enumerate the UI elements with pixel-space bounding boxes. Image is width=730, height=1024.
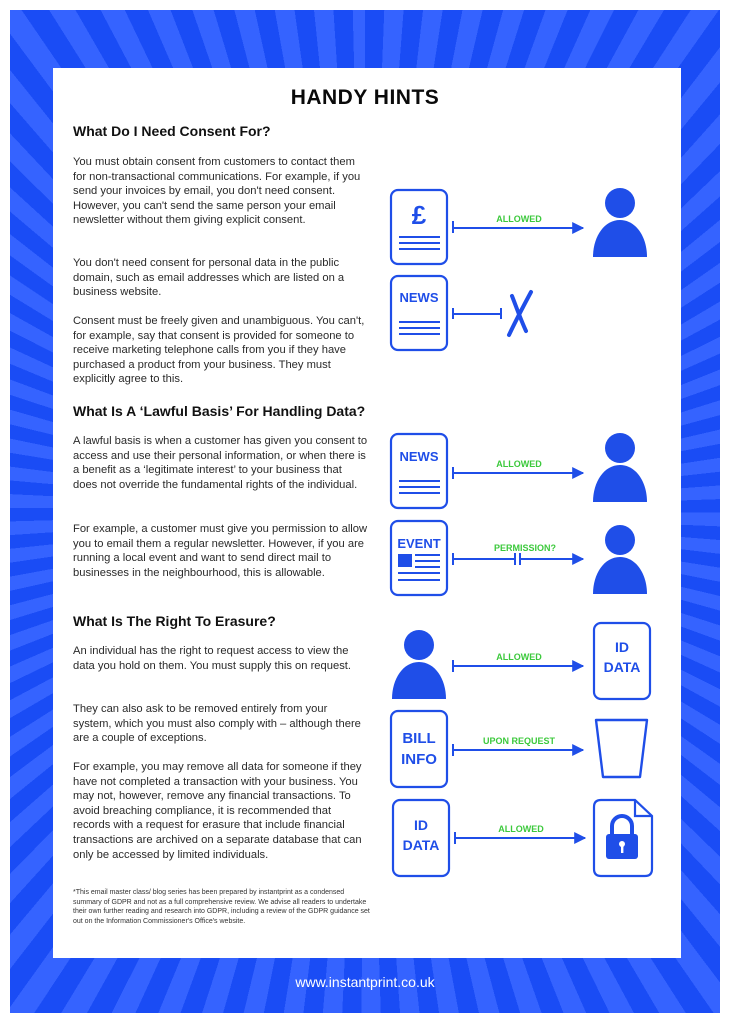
svg-text:ALLOWED: ALLOWED bbox=[496, 652, 542, 662]
svg-text:INFO: INFO bbox=[401, 751, 437, 768]
consent-paragraph-3: Consent must be freely given and unambig… bbox=[73, 315, 365, 386]
svg-text:NEWS: NEWS bbox=[400, 449, 439, 464]
svg-text:EVENT: EVENT bbox=[397, 536, 440, 551]
erasure-paragraph-2: They can also ask to be removed entirely… bbox=[73, 703, 361, 745]
svg-text:BILL: BILL bbox=[402, 730, 435, 747]
pound-sign: £ bbox=[412, 200, 427, 230]
svg-text:PERMISSION?: PERMISSION? bbox=[494, 543, 556, 553]
section-heading-lawful-basis: What Is A ‘Lawful Basis’ For Handling Da… bbox=[73, 403, 366, 419]
erasure-paragraph-3: For example, you may remove all data for… bbox=[73, 761, 362, 861]
lawful-paragraph-1: A lawful basis is when a customer has gi… bbox=[73, 435, 368, 491]
page-title: HANDY HINTS bbox=[290, 86, 440, 109]
disclaimer-footnote: *This email master class/ blog series ha… bbox=[73, 889, 370, 925]
arrow-label: ALLOWED bbox=[496, 214, 542, 224]
erasure-paragraph-1: An individual has the right to request a… bbox=[73, 645, 352, 672]
section-heading-erasure: What Is The Right To Erasure? bbox=[73, 613, 276, 629]
consent-paragraph-1: You must obtain consent from customers t… bbox=[73, 156, 361, 227]
svg-text:ALLOWED: ALLOWED bbox=[498, 824, 544, 834]
footer-website-link[interactable]: www.instantprint.co.uk bbox=[0, 974, 730, 990]
svg-text:NEWS: NEWS bbox=[400, 290, 439, 305]
svg-text:DATA: DATA bbox=[403, 837, 440, 853]
lawful-paragraph-2: For example, a customer must give you pe… bbox=[73, 523, 368, 579]
svg-text:ID: ID bbox=[615, 639, 629, 655]
svg-text:ALLOWED: ALLOWED bbox=[496, 459, 542, 469]
svg-text:UPON REQUEST: UPON REQUEST bbox=[483, 736, 556, 746]
svg-text:ID: ID bbox=[414, 817, 428, 833]
consent-paragraph-2: You don't need consent for personal data… bbox=[73, 257, 345, 299]
section-heading-consent: What Do I Need Consent For? bbox=[73, 123, 271, 139]
svg-text:DATA: DATA bbox=[604, 659, 641, 675]
